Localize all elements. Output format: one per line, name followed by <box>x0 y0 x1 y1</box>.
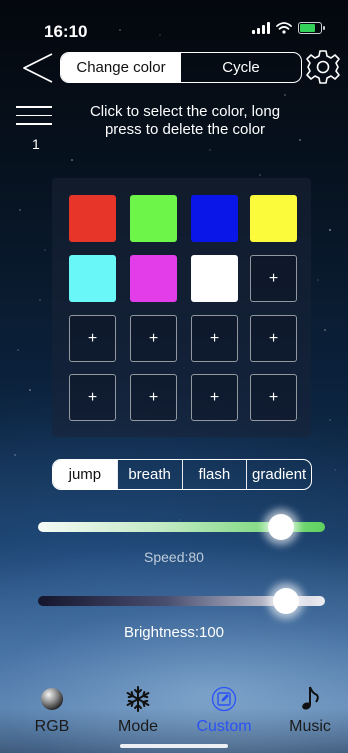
color-swatch-magenta[interactable] <box>130 255 177 302</box>
brightness-slider-thumb[interactable] <box>273 588 299 614</box>
instruction-text: Click to select the color, long press to… <box>89 103 281 138</box>
color-swatch-yellow[interactable] <box>250 195 297 242</box>
add-color-slot[interactable]: + <box>191 374 238 421</box>
snowflake-icon <box>126 686 150 712</box>
add-color-slot[interactable]: + <box>69 315 116 362</box>
gear-icon[interactable] <box>304 48 342 86</box>
mode-gradient[interactable]: gradient <box>246 460 311 489</box>
mode-flash[interactable]: flash <box>181 460 247 489</box>
tab-mode-label: Mode <box>117 718 159 735</box>
tab-mode[interactable]: Mode <box>98 682 178 736</box>
brightness-label: Brightness:100 <box>123 624 225 641</box>
tab-change-color[interactable]: Change color <box>61 53 181 82</box>
add-color-slot[interactable]: + <box>69 374 116 421</box>
home-indicator <box>120 744 228 748</box>
music-note-icon <box>302 686 319 710</box>
status-indicators <box>252 22 325 34</box>
wifi-icon <box>276 22 292 34</box>
color-grid: + + + + + + + + + <box>52 178 311 437</box>
add-color-slot[interactable]: + <box>250 255 297 302</box>
add-color-slot[interactable]: + <box>130 315 177 362</box>
color-swatch-cyan[interactable] <box>69 255 116 302</box>
tab-rgb[interactable]: RGB <box>12 682 92 736</box>
tab-music-label: Music <box>289 718 331 735</box>
color-list-button[interactable] <box>16 102 52 134</box>
add-color-slot[interactable]: + <box>250 374 297 421</box>
battery-icon <box>298 22 325 34</box>
color-swatch-green[interactable] <box>130 195 177 242</box>
tab-music[interactable]: Music <box>270 682 348 736</box>
speed-slider-thumb[interactable] <box>268 514 295 540</box>
signal-icon <box>252 22 270 34</box>
color-swatch-white[interactable] <box>191 255 238 302</box>
rgb-ball-icon <box>41 688 63 710</box>
add-color-slot[interactable]: + <box>130 374 177 421</box>
add-color-slot[interactable]: + <box>191 315 238 362</box>
mode-breath[interactable]: breath <box>116 460 182 489</box>
status-time: 16:10 <box>44 22 88 41</box>
edit-icon <box>211 686 237 712</box>
tab-rgb-label: RGB <box>34 718 70 735</box>
mode-jump[interactable]: jump <box>53 460 117 489</box>
color-swatch-blue[interactable] <box>191 195 238 242</box>
add-color-slot[interactable]: + <box>250 315 297 362</box>
tab-custom[interactable]: Custom <box>184 682 264 736</box>
list-count: 1 <box>32 136 40 152</box>
effect-mode-control: jump breath flash gradient <box>52 459 312 490</box>
color-swatch-red[interactable] <box>69 195 116 242</box>
top-segment-control: Change color Cycle <box>60 52 302 83</box>
tab-custom-label: Custom <box>196 718 252 735</box>
tab-cycle[interactable]: Cycle <box>181 53 301 82</box>
speed-label: Speed:80 <box>144 549 204 565</box>
back-button[interactable] <box>18 48 58 88</box>
